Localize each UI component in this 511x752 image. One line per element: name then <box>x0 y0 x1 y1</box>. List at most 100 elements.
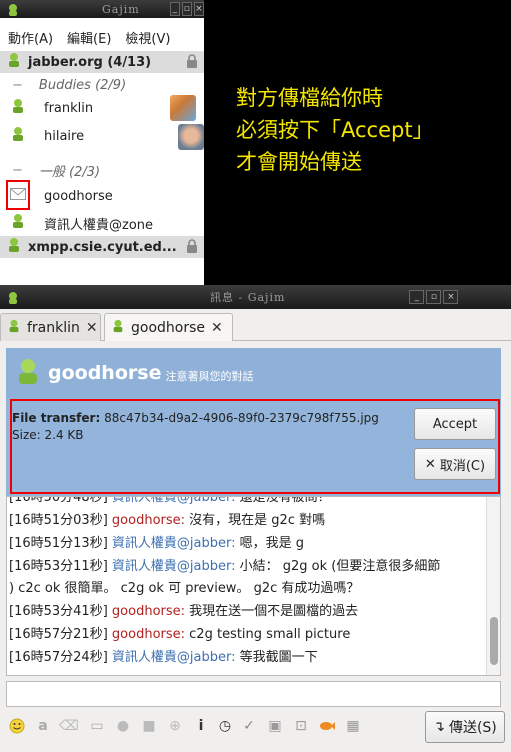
contact-row-hilaire[interactable]: hilaire <box>0 123 204 149</box>
status-online-icon <box>10 126 26 146</box>
message-line: [16時51分13秒] 資訊人權貴@jabber: 嗯，我是 g <box>9 534 304 554</box>
message-text: ) c2c ok 很簡單。 c2g ok 可 preview。 g2c 有成功過… <box>9 581 360 596</box>
maximize-button[interactable]: ▫ <box>426 290 442 304</box>
conversation-log[interactable]: [16時50分48秒] 資訊人權貴@jabber: 還是沒有被問？ [16時51… <box>6 496 501 676</box>
collapse-icon: − <box>12 77 23 93</box>
minimize-button[interactable]: _ <box>169 2 180 16</box>
menu-actions[interactable]: 動作(A) <box>8 28 53 47</box>
status-online-icon <box>10 213 26 233</box>
account-name: jabber.org (4/13) <box>28 54 152 70</box>
timestamp: [16時51分13秒] <box>9 536 108 551</box>
status-online-icon <box>10 98 26 118</box>
nickname: 資訊人權貴@jabber: <box>111 536 236 551</box>
roster-titlebar: Gajim _ ▫ × <box>0 0 204 18</box>
microphone-icon[interactable]: ● <box>114 717 132 735</box>
collapse-icon: − <box>12 162 23 178</box>
close-icon[interactable]: ✕ <box>211 320 223 336</box>
contact-name: goodhorse <box>48 362 162 384</box>
scroll-thumb[interactable] <box>490 617 498 665</box>
highlight-file-transfer-box <box>10 399 500 494</box>
checkmark-icon[interactable]: ✓ <box>240 717 258 735</box>
gajim-icon <box>6 290 20 304</box>
camera-snapshot-icon[interactable]: ▣ <box>266 717 284 735</box>
timestamp: [16時53分11秒] <box>9 559 108 574</box>
account-row-jabber[interactable]: jabber.org (4/13) <box>0 51 204 73</box>
nickname: goodhorse: <box>111 627 186 642</box>
message-text: 還是沒有被問？ <box>235 496 331 505</box>
screenshot-canvas: Gajim _ ▫ × 動作(A) 編輯(E) 檢視(V) jabber.org… <box>0 0 511 752</box>
annotation-line: 必須按下「Accept」 <box>236 118 434 142</box>
image-icon[interactable]: ▦ <box>344 717 362 735</box>
tab-label: goodhorse <box>131 319 206 336</box>
contact-status-icon <box>14 357 42 389</box>
emoticon-icon[interactable] <box>8 717 26 735</box>
close-icon[interactable]: ✕ <box>86 320 98 336</box>
send-arrow-icon: ↴ <box>433 719 445 735</box>
group-row-buddies[interactable]: − Buddies (2/9) <box>0 74 204 96</box>
roster-title: Gajim <box>102 2 140 16</box>
contact-name: 資訊人權貴@zone <box>44 217 154 233</box>
group-row-general[interactable]: − 一般 (2/3) <box>0 159 204 181</box>
add-contact-icon[interactable]: ⊕ <box>166 717 184 735</box>
message-line: [16時51分03秒] goodhorse: 沒有，現在是 g2c 對嗎 <box>9 511 325 531</box>
chat-titlebar: 訊息 - Gajim _ ▫ × <box>0 285 511 309</box>
font-icon[interactable]: a <box>34 717 52 735</box>
chat-tabs: franklin ✕ goodhorse ✕ <box>0 313 511 341</box>
message-line: [16時57分24秒] 資訊人權貴@jabber: 等我截圖一下 <box>9 648 318 668</box>
chat-title: 訊息 - Gajim <box>210 291 286 304</box>
contact-banner: goodhorse 注意著與您的對話 <box>6 348 501 398</box>
account-name: xmpp.csie.cyut.ed... <box>28 239 177 255</box>
nickname: goodhorse: <box>111 604 186 619</box>
contact-name: hilaire <box>44 128 85 144</box>
timestamp: [16時51分03秒] <box>9 513 108 528</box>
folder-icon[interactable]: ▭ <box>88 717 106 735</box>
message-line: ) c2c ok 很簡單。 c2g ok 可 preview。 g2c 有成功過… <box>9 579 359 599</box>
status-online-icon <box>7 319 21 337</box>
menu-edit[interactable]: 編輯(E) <box>67 28 111 47</box>
info-icon[interactable]: i <box>192 717 210 735</box>
status-online-icon <box>6 52 22 72</box>
account-row-cyut[interactable]: xmpp.csie.cyut.ed... <box>0 236 204 258</box>
tab-franklin[interactable]: franklin ✕ <box>0 313 101 341</box>
tab-label: franklin <box>27 319 80 336</box>
tab-goodhorse[interactable]: goodhorse ✕ <box>104 313 233 341</box>
gajim-icon <box>6 2 20 16</box>
timestamp: [16時50分48秒] <box>9 496 108 505</box>
timestamp: [16時53分41秒] <box>9 604 108 619</box>
nickname: goodhorse: <box>111 513 186 528</box>
contact-row-zone[interactable]: 資訊人權貴@zone <box>0 210 204 236</box>
camera-icon[interactable]: ■ <box>140 717 158 735</box>
message-text: 等我截圖一下 <box>235 650 318 665</box>
timestamp: [16時57分21秒] <box>9 627 108 642</box>
clear-icon[interactable]: ⌫ <box>59 717 79 735</box>
close-button[interactable]: × <box>193 2 204 16</box>
status-online-icon <box>111 319 125 337</box>
annotation-text: 對方傳檔給你時 必須按下「Accept」 才會開始傳送 <box>236 82 434 178</box>
roster-menubar: 動作(A) 編輯(E) 檢視(V) <box>0 24 204 50</box>
group-name: Buddies (2/9) <box>38 77 127 93</box>
message-line: [16時53分41秒] goodhorse: 我現在送一個不是圖檔的過去 <box>9 602 358 622</box>
annotation-line: 才會開始傳送 <box>236 150 362 174</box>
nickname: 資訊人權貴@jabber: <box>111 559 236 574</box>
roster-window: Gajim _ ▫ × 動作(A) 編輯(E) 檢視(V) jabber.org… <box>0 0 204 285</box>
contact-name: goodhorse <box>44 188 113 204</box>
contact-name: franklin <box>44 100 94 116</box>
log-scrollbar[interactable] <box>486 497 500 675</box>
minimize-button[interactable]: _ <box>409 290 425 304</box>
lock-icon <box>186 54 198 72</box>
send-file-icon[interactable]: ⊡ <box>292 717 310 735</box>
send-button[interactable]: ↴ 傳送(S) <box>425 711 505 743</box>
message-input[interactable] <box>6 681 501 707</box>
message-line: [16時53分11秒] 資訊人權貴@jabber: 小結： g2g ok (但要… <box>9 557 440 577</box>
menu-view[interactable]: 檢視(V) <box>125 28 170 47</box>
contact-row-goodhorse[interactable]: goodhorse <box>0 183 204 209</box>
maximize-button[interactable]: ▫ <box>181 2 192 16</box>
nickname: 資訊人權貴@jabber: <box>111 496 236 505</box>
send-label: 傳送(S) <box>448 720 497 736</box>
close-button[interactable]: × <box>443 290 459 304</box>
contact-status: 注意著與您的對話 <box>165 370 254 383</box>
fish-icon[interactable] <box>318 717 336 735</box>
message-line: [16時50分48秒] 資訊人權貴@jabber: 還是沒有被問？ <box>9 496 331 508</box>
history-icon[interactable]: ◷ <box>216 717 234 735</box>
highlight-envelope-box <box>6 180 30 210</box>
